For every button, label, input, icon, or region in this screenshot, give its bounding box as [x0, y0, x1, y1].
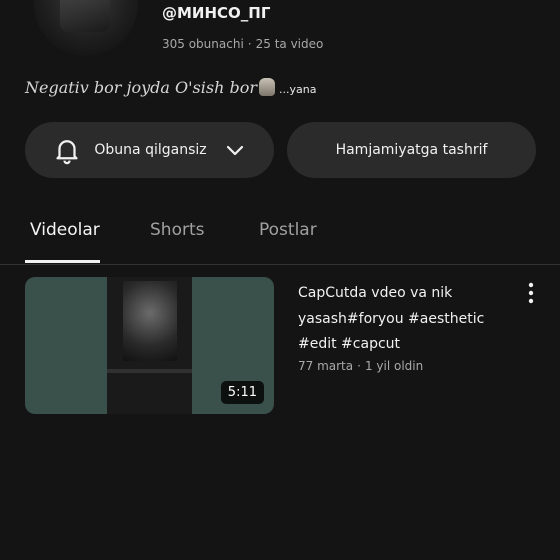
channel-meta: 305 obunachi · 25 ta video: [162, 37, 323, 51]
channel-avatar[interactable]: [34, 0, 138, 56]
channel-handle: @МИНСО_ПГ: [162, 4, 271, 22]
video-views: 77 marta: [298, 359, 354, 373]
avatar-figure: [60, 0, 110, 32]
tab-videos[interactable]: Videolar: [30, 220, 100, 240]
active-tab-indicator: [25, 260, 100, 263]
thumbnail-image: [123, 281, 177, 361]
tab-shorts[interactable]: Shorts: [150, 220, 204, 240]
meta-separator: ·: [247, 37, 252, 51]
subscriber-count: 305 obunachi: [162, 37, 244, 51]
more-vert-icon[interactable]: [526, 282, 536, 304]
channel-bio[interactable]: Negativ bor joyda O'sish bor ...yana: [25, 78, 316, 97]
bio-text: Negativ bor joyda O'sish bor: [25, 78, 257, 97]
video-age: 1 yil oldin: [364, 359, 424, 373]
subscribe-label: Obuna qilgansiz: [94, 142, 207, 158]
video-duration: 5:11: [220, 381, 264, 404]
channel-tabs: Videolar Shorts Postlar: [0, 212, 560, 264]
video-count: 25 ta video: [255, 37, 324, 51]
video-thumbnail[interactable]: 5:11: [25, 277, 274, 414]
community-label: Hamjamiyatga tashrif: [335, 142, 488, 158]
thumbnail-phone-frame: [107, 277, 192, 414]
subscribed-button[interactable]: Obuna qilgansiz: [25, 122, 274, 178]
video-meta: 77 marta · 1 yil oldin: [298, 359, 423, 373]
tabs-divider: [0, 264, 560, 265]
thumbnail-toolbar-strip: [107, 369, 192, 373]
tab-posts[interactable]: Postlar: [259, 220, 317, 240]
video-title[interactable]: CapCutda vdeo va nik yasash#foryou #aest…: [298, 281, 520, 358]
community-button[interactable]: Hamjamiyatga tashrif: [287, 122, 536, 178]
bell-icon: [56, 140, 79, 165]
moai-emoji-icon: [259, 78, 275, 96]
chevron-down-icon: [226, 145, 243, 156]
bio-more-link[interactable]: ...yana: [279, 83, 316, 96]
video-meta-separator: ·: [357, 359, 361, 373]
